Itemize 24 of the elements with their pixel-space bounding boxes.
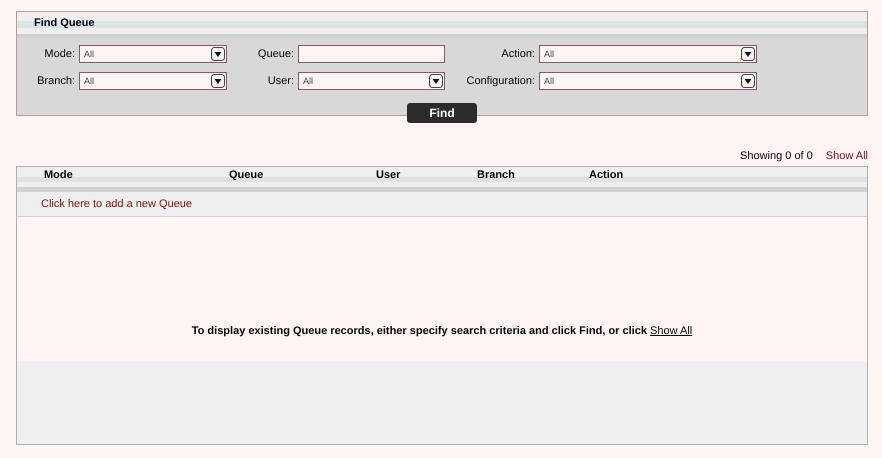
column-header[interactable]: Branch: [477, 167, 589, 187]
column-header[interactable]: Action: [589, 167, 789, 187]
panel-title: Find Queue: [34, 16, 94, 30]
dropdown-field[interactable]: All: [539, 72, 757, 90]
column-header[interactable]: Mode: [44, 167, 229, 187]
show-all-link[interactable]: Show All: [826, 150, 868, 162]
field-label: Mode:: [43, 48, 75, 60]
dropdown-field[interactable]: All: [79, 45, 227, 63]
field-label: Action:: [500, 48, 535, 60]
result-count: Showing 0 of 0: [740, 150, 813, 162]
dropdown-field[interactable]: All: [539, 45, 757, 63]
find-button[interactable]: Find: [407, 103, 477, 123]
input-field[interactable]: [298, 45, 445, 63]
field-label: Configuration:: [466, 75, 535, 87]
field-label: Queue:: [256, 48, 294, 60]
field-label: Branch:: [36, 75, 75, 87]
add-queue-link[interactable]: Click here to add a new Queue: [41, 198, 192, 210]
dropdown-field[interactable]: All: [79, 72, 227, 90]
field-label: User:: [266, 75, 294, 87]
column-header[interactable]: User: [376, 167, 477, 187]
dropdown-field[interactable]: All: [298, 72, 445, 90]
column-header[interactable]: Queue: [229, 167, 376, 187]
empty-message: To display existing Queue records, either specify search criteria and click Find, or click Show All: [192, 325, 692, 337]
show-all-link[interactable]: Show All: [650, 325, 692, 337]
